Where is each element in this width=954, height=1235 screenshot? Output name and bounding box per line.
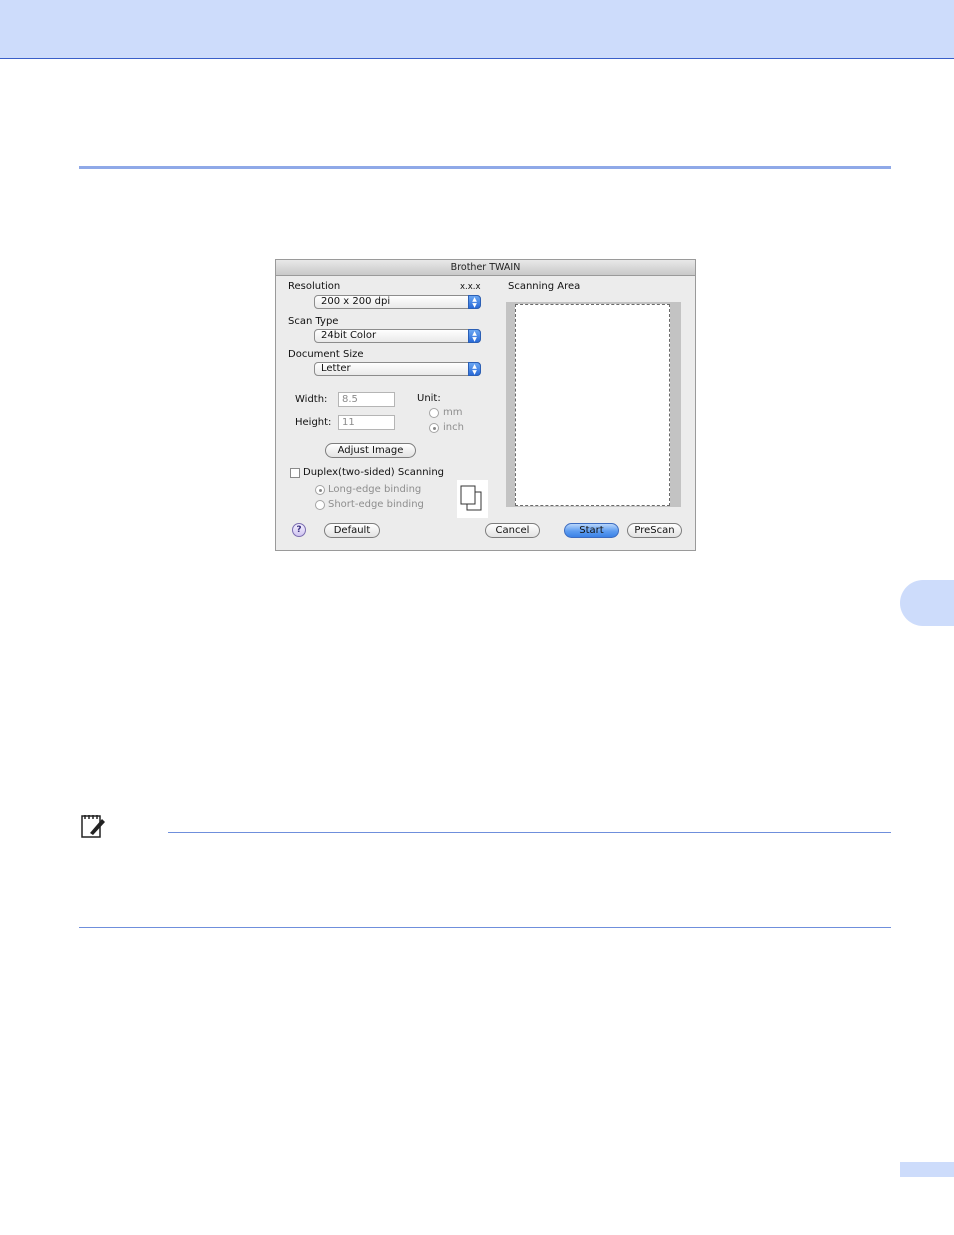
select-arrows-icon: ▲ ▼ <box>468 362 481 376</box>
adjust-image-button[interactable]: Adjust Image <box>325 443 416 458</box>
note-icon <box>81 815 105 838</box>
scan-page-outline <box>515 304 670 506</box>
short-edge-label: Short-edge binding <box>328 499 424 510</box>
long-edge-radio[interactable] <box>315 485 325 495</box>
height-field[interactable]: 11 <box>338 415 395 430</box>
section-rule <box>79 166 891 169</box>
page-number-tab <box>900 1162 954 1177</box>
select-arrows-icon: ▲ ▼ <box>468 329 481 343</box>
unit-mm-label: mm <box>443 407 463 418</box>
default-button[interactable]: Default <box>324 523 380 538</box>
resolution-value: 200 x 200 dpi <box>321 296 391 307</box>
version-label: x.x.x <box>460 282 481 292</box>
unit-label: Unit: <box>417 393 441 404</box>
chapter-tab <box>900 580 954 626</box>
help-icon[interactable]: ? <box>292 523 306 537</box>
long-edge-label: Long-edge binding <box>328 484 422 495</box>
scan-type-label: Scan Type <box>288 316 339 327</box>
document-size-value: Letter <box>321 363 351 374</box>
unit-inch-radio[interactable] <box>429 423 439 433</box>
brother-twain-dialog: Brother TWAIN Resolution x.x.x 200 x 200… <box>275 259 696 551</box>
scanning-area-preview[interactable] <box>506 302 681 507</box>
height-label: Height: <box>295 417 332 428</box>
start-button[interactable]: Start <box>564 523 619 538</box>
width-label: Width: <box>295 394 328 405</box>
note-rule-top <box>168 832 891 833</box>
cancel-button[interactable]: Cancel <box>485 523 540 538</box>
document-size-select[interactable]: Letter ▲ ▼ <box>314 362 481 376</box>
scan-type-select[interactable]: 24bit Color ▲ ▼ <box>314 329 481 343</box>
duplex-pages-icon <box>457 480 488 518</box>
note-rule-bottom <box>79 927 891 928</box>
duplex-label: Duplex(two-sided) Scanning <box>303 467 445 478</box>
page-header-band <box>0 0 954 59</box>
scanning-area-label: Scanning Area <box>508 281 581 292</box>
prescan-button[interactable]: PreScan <box>627 523 682 538</box>
dialog-titlebar: Brother TWAIN <box>276 260 695 276</box>
resolution-select[interactable]: 200 x 200 dpi ▲ ▼ <box>314 295 481 309</box>
width-field[interactable]: 8.5 <box>338 392 395 407</box>
unit-mm-radio[interactable] <box>429 408 439 418</box>
duplex-checkbox[interactable] <box>290 468 300 478</box>
select-arrows-icon: ▲ ▼ <box>468 295 481 309</box>
resolution-label: Resolution <box>288 281 341 292</box>
scan-type-value: 24bit Color <box>321 330 377 341</box>
unit-inch-label: inch <box>443 422 464 433</box>
document-size-label: Document Size <box>288 349 364 360</box>
short-edge-radio[interactable] <box>315 500 325 510</box>
